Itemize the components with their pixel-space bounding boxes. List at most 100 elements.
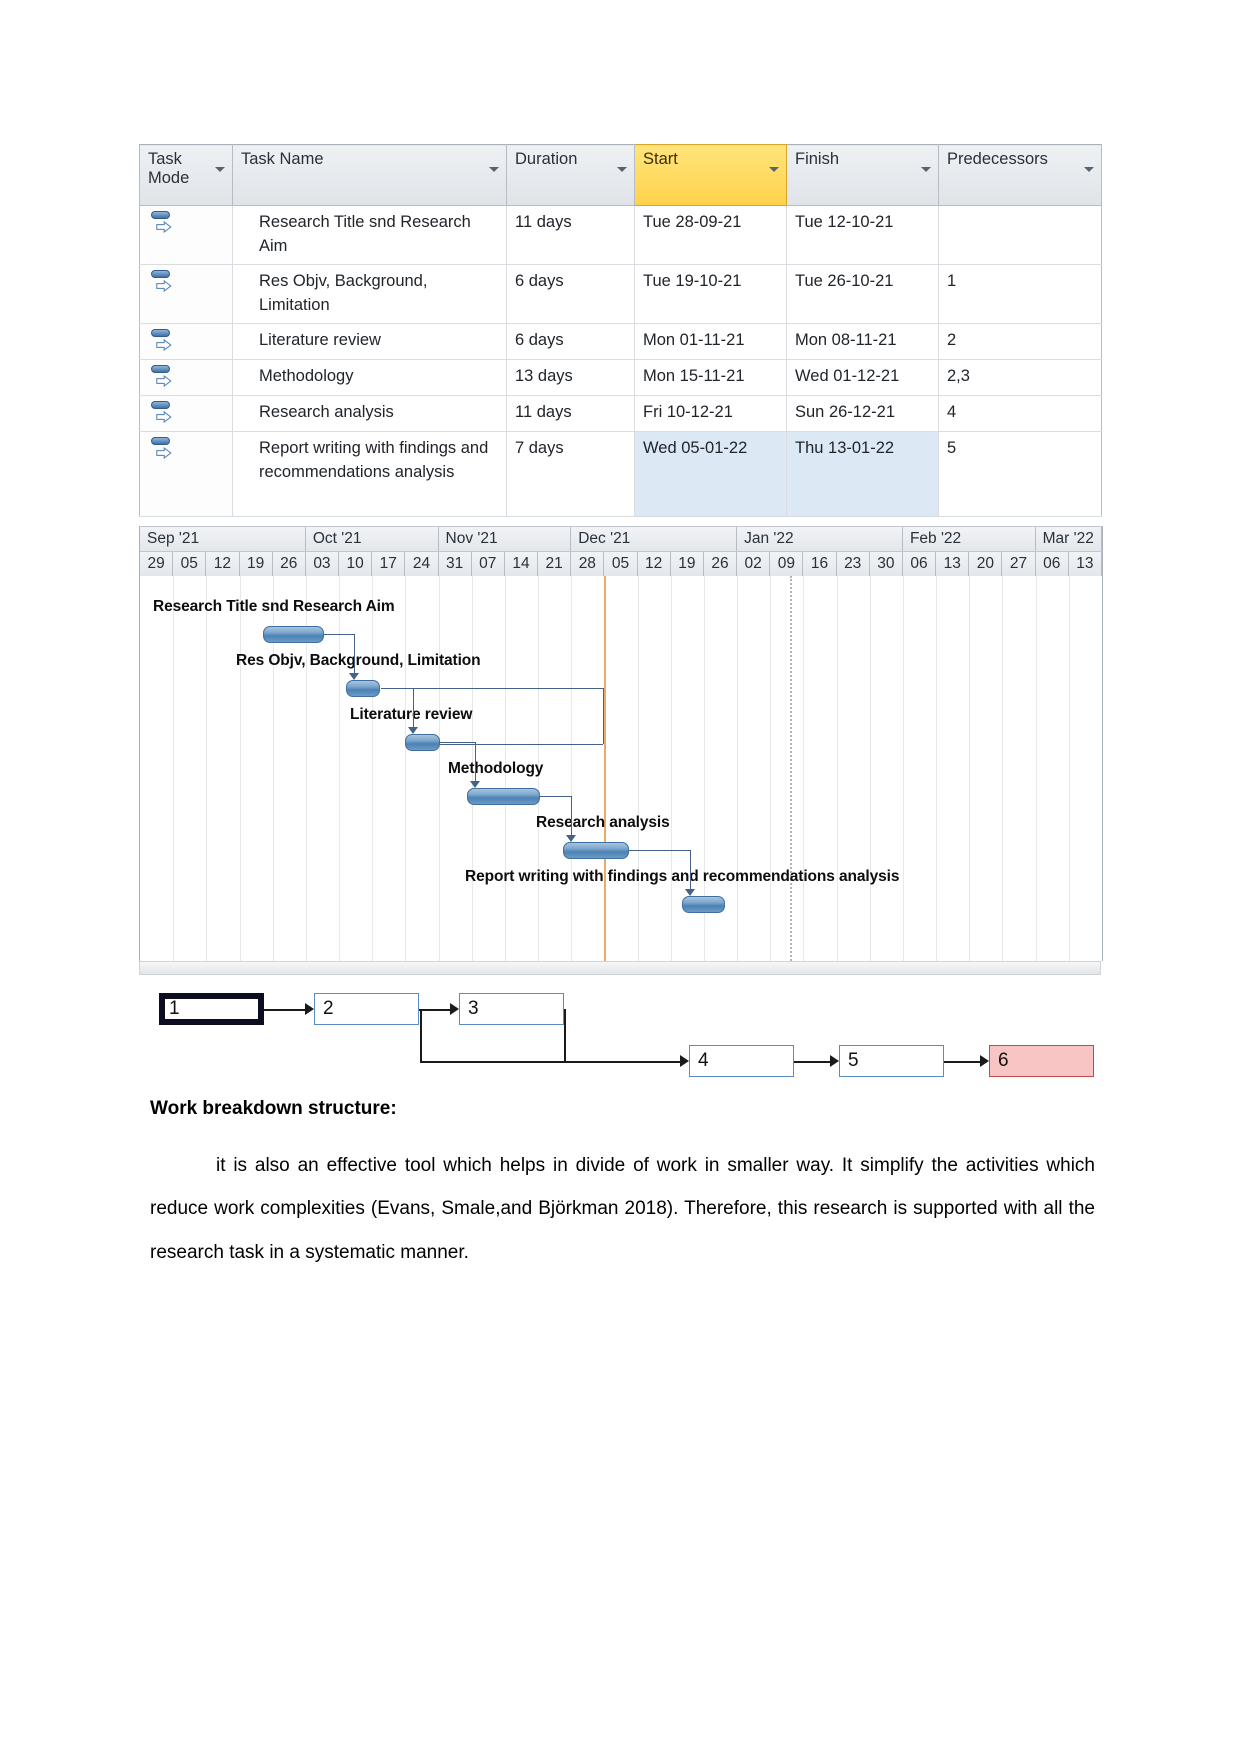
network-node-2[interactable]: 2	[314, 993, 419, 1025]
cell-finish[interactable]: Mon 08-11-21	[786, 323, 939, 360]
table-row[interactable]: Methodology 13 days Mon 15-11-21 Wed 01-12-…	[139, 359, 1102, 396]
timescale-week-cell: 05	[173, 552, 207, 576]
gantt-bar-label: Methodology	[448, 760, 544, 777]
cell-task-name[interactable]: Methodology	[232, 359, 507, 396]
timescale-week-label: 13	[1076, 555, 1094, 572]
cell-predecessors[interactable]	[938, 205, 1102, 265]
table-row[interactable]: Report writing with findings and recomme…	[139, 431, 1102, 517]
dependency-link	[539, 796, 571, 797]
column-header-finish[interactable]: Finish	[786, 144, 939, 206]
cell-task-mode[interactable]	[139, 431, 233, 517]
cell-duration[interactable]: 7 days	[506, 431, 635, 517]
network-arrow-icon	[450, 1003, 459, 1015]
cell-duration[interactable]: 6 days	[506, 323, 635, 360]
network-diagram: 1 2 3 4 5 6	[139, 985, 1101, 1090]
cell-task-name[interactable]: Research Title snd Research Aim	[232, 205, 507, 265]
timescale-week-label: 19	[678, 555, 696, 572]
gantt-bar[interactable]	[345, 680, 381, 697]
cell-task-name[interactable]: Report writing with findings and recomme…	[232, 431, 507, 517]
timescale-month-label: Feb '22	[909, 530, 962, 547]
cell-predecessors[interactable]: 5	[938, 431, 1102, 517]
cell-predecessors[interactable]: 4	[938, 395, 1102, 432]
horizontal-scrollbar[interactable]	[139, 961, 1101, 975]
timescale-week-label: 16	[810, 555, 829, 572]
timescale-week-label: 12	[213, 555, 232, 572]
table-row[interactable]: Res Objv, Background, Limitation 6 days Tu…	[139, 264, 1102, 324]
timescale-week-label: 13	[943, 555, 961, 572]
filter-dropdown-icon[interactable]	[1084, 167, 1094, 172]
timescale-week-label: 26	[711, 555, 729, 572]
gantt-chart-area[interactable]: Research Title snd Research Aim Res Objv,…	[139, 576, 1103, 961]
column-header-start[interactable]: Start	[634, 144, 787, 206]
cell-start[interactable]: Mon 01-11-21	[634, 323, 787, 360]
cell-start[interactable]: Fri 10-12-21	[634, 395, 787, 432]
column-header-task-mode[interactable]: Task Mode	[139, 144, 233, 206]
gantt-timescale: Sep '21 Oct '21 Nov '21 Dec '21 Jan '22 Feb '…	[139, 526, 1103, 576]
column-header-task-name[interactable]: Task Name	[232, 144, 507, 206]
cell-start[interactable]: Tue 28-09-21	[634, 205, 787, 265]
cell-predecessors[interactable]: 2	[938, 323, 1102, 360]
network-node-5[interactable]: 5	[839, 1045, 944, 1077]
timescale-week-label: 28	[578, 555, 596, 572]
task-name-text: Report writing with findings and recomme…	[259, 438, 489, 482]
cell-task-name[interactable]: Literature review	[232, 323, 507, 360]
gantt-gridline	[770, 576, 772, 961]
network-node-6[interactable]: 6	[989, 1045, 1094, 1077]
gantt-bar[interactable]	[682, 896, 726, 913]
cell-duration[interactable]: 6 days	[506, 264, 635, 324]
table-row[interactable]: Research analysis 11 days Fri 10-12-21 Sun …	[139, 395, 1102, 432]
cell-finish[interactable]: Thu 13-01-22	[786, 431, 939, 517]
finish-date-text: Thu 13-01-22	[795, 438, 895, 457]
cell-duration[interactable]: 13 days	[506, 359, 635, 396]
gantt-bar-label: Literature review	[350, 706, 473, 723]
dependency-link	[440, 744, 603, 745]
gantt-bar[interactable]	[466, 788, 540, 805]
network-node-label: 5	[848, 1050, 859, 1071]
cell-predecessors[interactable]: 1	[938, 264, 1102, 324]
cell-finish[interactable]: Wed 01-12-21	[786, 359, 939, 396]
cell-task-name[interactable]: Research analysis	[232, 395, 507, 432]
filter-dropdown-icon[interactable]	[769, 167, 779, 172]
cell-finish[interactable]: Tue 26-10-21	[786, 264, 939, 324]
cell-task-mode[interactable]	[139, 205, 233, 265]
filter-dropdown-icon[interactable]	[215, 167, 225, 172]
cell-start[interactable]: Wed 05-01-22	[634, 431, 787, 517]
timescale-week-label: 21	[545, 555, 563, 572]
table-row[interactable]: Literature review 6 days Mon 01-11-21 Mon 0…	[139, 323, 1102, 360]
cell-task-name[interactable]: Res Objv, Background, Limitation	[232, 264, 507, 324]
finish-date-text: Tue 26-10-21	[795, 271, 894, 290]
cell-task-mode[interactable]	[139, 323, 233, 360]
timescale-week-cell: 23	[836, 552, 870, 576]
cell-start[interactable]: Mon 15-11-21	[634, 359, 787, 396]
gantt-bar[interactable]	[562, 842, 630, 859]
cell-start[interactable]: Tue 19-10-21	[634, 264, 787, 324]
network-node-4[interactable]: 4	[689, 1045, 794, 1077]
column-header-predecessors[interactable]: Predecessors	[938, 144, 1102, 206]
cell-duration[interactable]: 11 days	[506, 395, 635, 432]
filter-dropdown-icon[interactable]	[921, 167, 931, 172]
filter-dropdown-icon[interactable]	[489, 167, 499, 172]
gantt-bar[interactable]	[262, 626, 325, 643]
dependency-link	[602, 688, 604, 744]
column-header-duration[interactable]: Duration	[506, 144, 635, 206]
filter-dropdown-icon[interactable]	[617, 167, 627, 172]
cell-duration[interactable]: 11 days	[506, 205, 635, 265]
cell-task-mode[interactable]	[139, 359, 233, 396]
network-node-3[interactable]: 3	[459, 993, 564, 1025]
timescale-week-cell: 27	[1002, 552, 1036, 576]
start-date-text: Tue 28-09-21	[643, 213, 742, 231]
timescale-week-label: 09	[777, 555, 795, 572]
cell-predecessors[interactable]: 2,3	[938, 359, 1102, 396]
cell-finish[interactable]: Sun 26-12-21	[786, 395, 939, 432]
timescale-week-cell: 13	[1068, 552, 1102, 576]
gantt-gridline	[405, 576, 407, 961]
cell-task-mode[interactable]	[139, 264, 233, 324]
gantt-bar[interactable]	[405, 734, 441, 751]
network-node-1[interactable]: 1	[159, 993, 264, 1025]
cell-task-mode[interactable]	[139, 395, 233, 432]
dependency-link	[413, 688, 415, 728]
table-row[interactable]: Research Title snd Research Aim 11 days Tu…	[139, 205, 1102, 265]
start-date-text: Wed 05-01-22	[643, 438, 748, 457]
timescale-week-cell: 19	[239, 552, 273, 576]
cell-finish[interactable]: Tue 12-10-21	[786, 205, 939, 265]
